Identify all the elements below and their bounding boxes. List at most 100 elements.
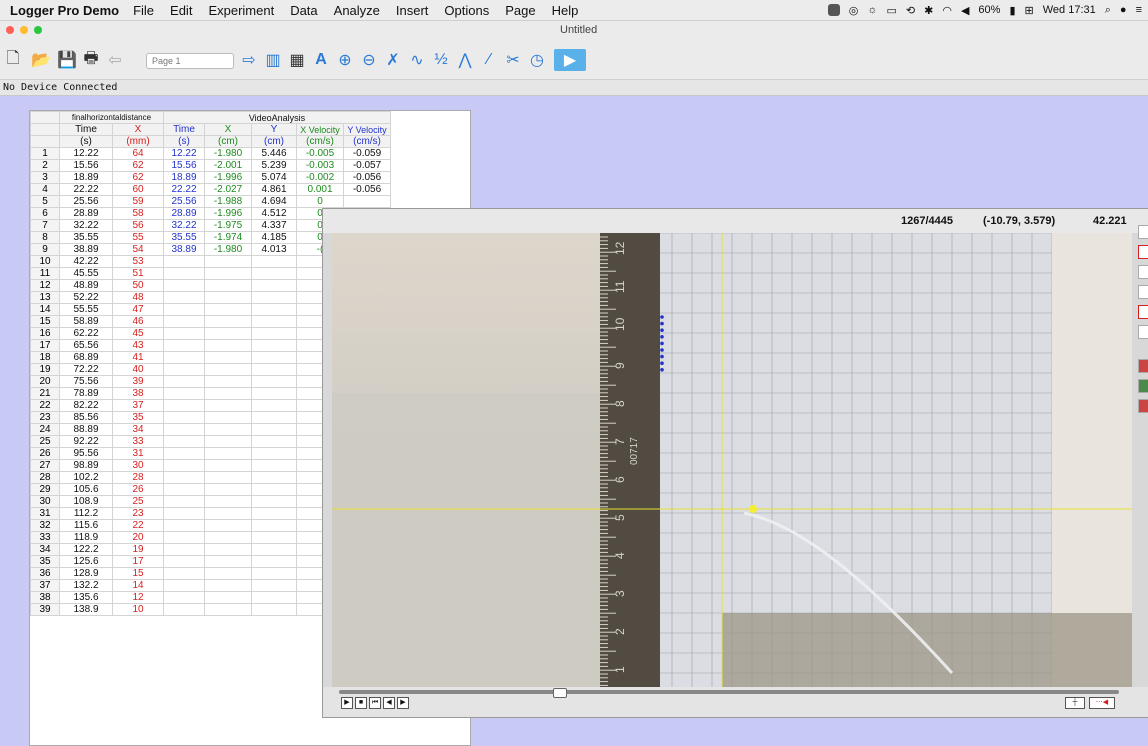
table-cell[interactable]: 108.9 [59, 495, 113, 508]
tracked-point[interactable] [660, 348, 664, 352]
table-cell[interactable]: 4.861 [251, 183, 297, 196]
table-cell[interactable] [251, 423, 297, 436]
table-row[interactable]: 3 18.89 62 18.89 -1.996 5.074 -0.002 -0.056 [30, 171, 391, 184]
table-cell[interactable] [163, 375, 205, 388]
rewind-start-button[interactable]: ⏮ [369, 697, 381, 709]
table-cell[interactable] [163, 435, 205, 448]
table-cell[interactable]: 82.22 [59, 399, 113, 412]
group-header-videoanalysis[interactable]: VideoAnalysis [163, 111, 391, 124]
menu-help[interactable]: Help [552, 3, 579, 18]
stop-button[interactable]: ■ [355, 697, 367, 709]
table-cell[interactable] [251, 567, 297, 580]
table-cell[interactable] [204, 339, 252, 352]
table-cell[interactable] [163, 267, 205, 280]
table-cell[interactable]: 18.89 [59, 171, 113, 184]
table-row[interactable]: 5 25.56 59 25.56 -1.988 4.694 0 [30, 195, 391, 208]
table-cell[interactable]: 39 [112, 375, 164, 388]
table-cell[interactable]: 19 [112, 543, 164, 556]
table-row[interactable]: 1 12.22 64 12.22 -1.980 5.446 -0.005 -0.059 [30, 147, 391, 160]
table-cell[interactable]: 30 [112, 459, 164, 472]
table-cell[interactable]: 41 [112, 351, 164, 364]
table-cell[interactable]: 115.6 [59, 519, 113, 532]
table-cell[interactable]: 85.56 [59, 411, 113, 424]
clock[interactable]: Wed 17:31 [1043, 4, 1096, 16]
table-cell[interactable]: 38.89 [163, 243, 205, 256]
table-cell[interactable]: -1.974 [204, 231, 252, 244]
table-cell[interactable] [204, 423, 252, 436]
table-cell[interactable] [204, 399, 252, 412]
table-cell[interactable]: 78.89 [59, 387, 113, 400]
table-cell[interactable]: 40 [112, 363, 164, 376]
table-cell[interactable] [204, 387, 252, 400]
col-header-x-velocity[interactable]: X Velocity [296, 123, 344, 136]
table-cell[interactable]: -0.005 [296, 147, 344, 160]
table-cell[interactable]: 32.22 [163, 219, 205, 232]
table-cell[interactable] [163, 603, 205, 616]
table-cell[interactable]: 47 [112, 303, 164, 316]
origin-tool-icon[interactable] [1138, 285, 1148, 299]
table-cell[interactable] [204, 447, 252, 460]
table-cell[interactable] [251, 363, 297, 376]
table-cell[interactable]: 32.22 [59, 219, 113, 232]
table-cell[interactable] [251, 375, 297, 388]
table-cell[interactable]: 15.56 [163, 159, 205, 172]
table-cell[interactable] [204, 267, 252, 280]
fraction-icon[interactable]: ½ [430, 49, 452, 71]
table-cell[interactable]: -1.988 [204, 195, 252, 208]
table-cell[interactable] [343, 195, 391, 208]
table-cell[interactable]: 75.56 [59, 375, 113, 388]
table-cell[interactable]: 88.89 [59, 423, 113, 436]
select-tool-icon[interactable] [1138, 225, 1148, 239]
app-name-menu[interactable]: Logger Pro Demo [10, 3, 119, 18]
table-cell[interactable]: 20 [112, 531, 164, 544]
table-cell[interactable]: 37 [112, 399, 164, 412]
table-cell[interactable] [163, 315, 205, 328]
red-marker-icon[interactable] [1138, 399, 1148, 413]
tracked-point[interactable] [660, 321, 664, 326]
table-cell[interactable]: 33 [112, 435, 164, 448]
table-cell[interactable] [163, 531, 205, 544]
table-cell[interactable] [251, 435, 297, 448]
tracked-point[interactable] [660, 341, 664, 346]
video-image[interactable]: 12 11 10 9 8 7 6 5 4 3 2 1 00717 [332, 233, 1132, 687]
table-cell[interactable]: 122.2 [59, 543, 113, 556]
photo-distance-tool-icon[interactable] [1138, 305, 1148, 319]
tracked-point[interactable] [660, 361, 664, 365]
table-cell[interactable]: 48.89 [59, 279, 113, 292]
table-cell[interactable]: 98.89 [59, 459, 113, 472]
app-status-icon[interactable] [827, 4, 840, 16]
playback-slider-thumb[interactable] [553, 688, 567, 698]
zoom-out-icon[interactable]: ⊖ [358, 49, 380, 71]
table-cell[interactable] [163, 291, 205, 304]
table-cell[interactable] [204, 507, 252, 520]
table-cell[interactable]: 62 [112, 171, 164, 184]
siri-icon[interactable]: ● [1120, 4, 1127, 16]
table-cell[interactable]: -2.027 [204, 183, 252, 196]
table-cell[interactable] [251, 579, 297, 592]
tracked-point[interactable] [660, 315, 664, 319]
table-cell[interactable] [163, 471, 205, 484]
volume-icon[interactable]: ◀ [961, 4, 969, 17]
col-header-time[interactable]: Time [59, 123, 113, 136]
table-cell[interactable]: 56 [112, 219, 164, 232]
table-cell[interactable]: 35 [112, 411, 164, 424]
back-page-icon[interactable]: ⇦ [104, 49, 126, 71]
frame-step-tool-icon[interactable] [1138, 325, 1148, 339]
table-cell[interactable] [251, 495, 297, 508]
table-cell[interactable]: -0.056 [343, 171, 391, 184]
table-cell[interactable]: 105.6 [59, 483, 113, 496]
table-cell[interactable]: 15.56 [59, 159, 113, 172]
table-cell[interactable] [163, 255, 205, 268]
table-cell[interactable] [251, 555, 297, 568]
table-cell[interactable]: 102.2 [59, 471, 113, 484]
video-frame[interactable]: 12 11 10 9 8 7 6 5 4 3 2 1 00717 [332, 233, 1132, 687]
table-cell[interactable]: 5.446 [251, 147, 297, 160]
table-cell[interactable]: 50 [112, 279, 164, 292]
time-machine-icon[interactable]: ⟲ [906, 4, 915, 17]
video-window[interactable]: 1267/4445 (-10.79, 3.579) 42.221 12 11 10 9… [322, 208, 1148, 718]
table-cell[interactable]: 10 [112, 603, 164, 616]
table-cell[interactable]: 138.9 [59, 603, 113, 616]
table-cell[interactable]: 54 [112, 243, 164, 256]
calculator-icon[interactable]: ▦ [286, 49, 308, 71]
examine-icon[interactable]: ✗ [382, 49, 404, 71]
